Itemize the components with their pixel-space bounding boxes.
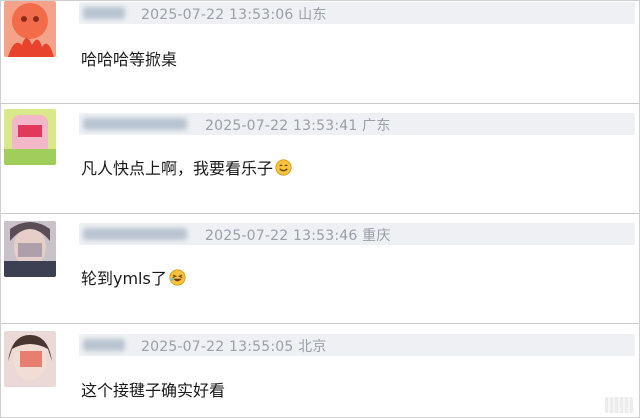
comment-item: 2025-07-22 13:53:46 重庆 轮到ymls了: [1, 213, 639, 324]
comment-item: 2025-07-22 13:55:05 北京 这个接毽子确实好看: [1, 323, 639, 417]
comment-timestamp: 2025-07-22 13:53:46 重庆: [205, 228, 391, 244]
avatar-image: [4, 1, 56, 57]
comment-meta: 2025-07-22 13:55:05 北京: [79, 334, 635, 356]
username-blurred[interactable]: [83, 118, 187, 130]
avatar[interactable]: [4, 109, 56, 165]
comment-meta: 2025-07-22 13:53:41 广东: [79, 113, 635, 135]
comment-text: 这个接毽子确实好看: [81, 381, 226, 400]
smiling-face-icon: [275, 158, 292, 176]
comment-text: 哈哈哈等掀桌: [81, 50, 178, 69]
username-blurred[interactable]: [83, 7, 125, 19]
avatar-image: [4, 331, 56, 387]
avatar-image: [4, 109, 56, 165]
comment-location: 重庆: [362, 228, 391, 244]
avatar[interactable]: [4, 331, 56, 387]
comment-item: 2025-07-22 13:53:06 山东 哈哈哈等掀桌: [1, 1, 639, 104]
watermark: [605, 397, 633, 413]
comment-text: 凡人快点上啊，我要看乐子: [81, 155, 292, 179]
comment-location: 山东: [298, 7, 327, 23]
comment-timestamp: 2025-07-22 13:55:05 北京: [141, 339, 327, 355]
comment-text: 轮到ymls了: [81, 265, 186, 289]
comment-item: 2025-07-22 13:53:41 广东 凡人快点上啊，我要看乐子: [1, 103, 639, 214]
avatar[interactable]: [4, 1, 56, 57]
comment-timestamp: 2025-07-22 13:53:41 广东: [205, 118, 391, 134]
avatar[interactable]: [4, 221, 56, 277]
comment-list: 2025-07-22 13:53:06 山东 哈哈哈等掀桌 2025-07-22…: [0, 0, 640, 418]
laughing-face-icon: [169, 268, 186, 286]
comment-location: 北京: [298, 339, 327, 355]
comment-meta: 2025-07-22 13:53:06 山东: [79, 2, 635, 24]
username-blurred[interactable]: [83, 228, 187, 240]
comment-meta: 2025-07-22 13:53:46 重庆: [79, 223, 635, 245]
username-blurred[interactable]: [83, 339, 125, 351]
avatar-image: [4, 221, 56, 277]
comment-location: 广东: [362, 118, 391, 134]
comment-timestamp: 2025-07-22 13:53:06 山东: [141, 7, 327, 23]
